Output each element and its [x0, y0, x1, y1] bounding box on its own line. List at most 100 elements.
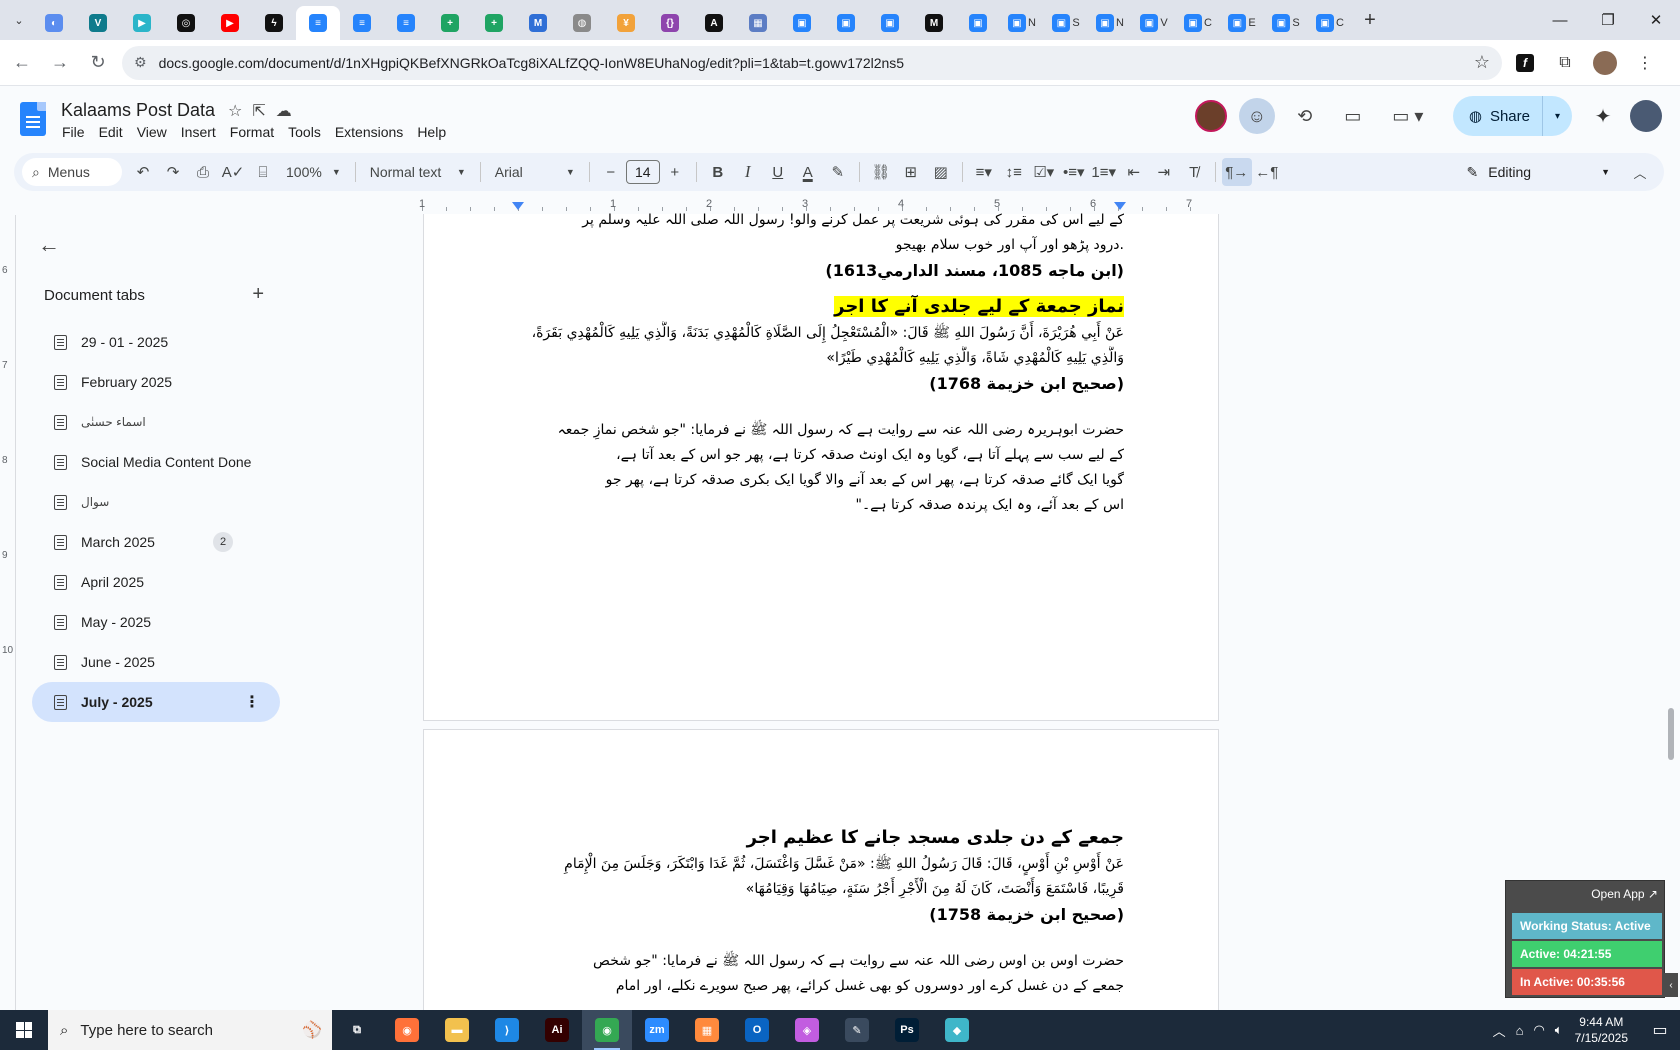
underline-icon[interactable]: U — [763, 158, 793, 186]
browser-tab[interactable]: ▣ E — [1220, 6, 1264, 40]
browser-tab[interactable]: + — [428, 6, 472, 40]
add-tab-icon[interactable]: + — [252, 283, 264, 306]
document-tab-item[interactable]: June - 2025 — [32, 642, 280, 682]
menus-search[interactable]: ⌕ Menus — [22, 158, 122, 186]
menu-extensions[interactable]: Extensions — [335, 124, 413, 140]
move-icon[interactable]: ⇱ — [252, 101, 265, 121]
system-clock[interactable]: 9:44 AM 7/15/2025 — [1575, 1014, 1628, 1046]
browser-menu-icon[interactable]: ⋮ — [1628, 46, 1662, 80]
browser-tab[interactable]: ◍ — [560, 6, 604, 40]
insert-link-icon[interactable]: ⛓ — [866, 158, 896, 186]
new-tab-button[interactable]: + — [1356, 6, 1384, 34]
increase-indent-icon[interactable]: ⇥ — [1149, 158, 1179, 186]
zoom-select[interactable]: 100% ▼ — [278, 164, 349, 180]
spellcheck-icon[interactable]: A✓ — [218, 158, 248, 186]
menu-view[interactable]: View — [137, 124, 177, 140]
meet-participants-icon[interactable]: ☺ — [1238, 98, 1275, 134]
extension-f-icon[interactable]: f — [1508, 46, 1542, 80]
document-tab-item[interactable]: April 2025 — [32, 562, 280, 602]
outlook-icon[interactable]: O — [732, 1010, 782, 1050]
collaborator-avatar[interactable] — [1194, 100, 1227, 132]
browser-tab[interactable]: ≡ — [296, 6, 340, 40]
browser-tab[interactable]: ▣ — [780, 6, 824, 40]
task-view-icon[interactable]: ⧉ — [332, 1010, 382, 1050]
vscode-icon[interactable]: ⟩ — [482, 1010, 532, 1050]
share-dropdown-icon[interactable]: ▾ — [1543, 111, 1572, 122]
increase-font-size-icon[interactable]: + — [660, 158, 690, 186]
gem-app-icon[interactable]: ◆ — [932, 1010, 982, 1050]
collapse-toolbar-icon[interactable]: ︿ — [1624, 163, 1656, 182]
browser-tab[interactable]: ≡ — [340, 6, 384, 40]
browser-tab[interactable]: ¥ — [604, 6, 648, 40]
paint-format-icon[interactable]: ⌸ — [248, 158, 278, 186]
browser-tab[interactable]: ≡ — [384, 6, 428, 40]
document-tab-item[interactable]: July - 2025 ⋮ — [32, 682, 280, 722]
browser-tab[interactable]: + — [472, 6, 516, 40]
browser-tab[interactable]: M — [912, 6, 956, 40]
app-grid-icon[interactable]: ▦ — [682, 1010, 732, 1050]
browser-tab[interactable]: ▣ — [956, 6, 1000, 40]
highlight-color-icon[interactable]: ✎ — [823, 158, 853, 186]
right-to-left-icon[interactable]: ←¶ — [1252, 158, 1282, 186]
clear-formatting-icon[interactable]: T̸ — [1179, 158, 1209, 186]
restore-icon[interactable]: ❐ — [1584, 0, 1632, 40]
font-select[interactable]: Arial ▼ — [487, 164, 583, 180]
site-settings-icon[interactable]: ⚙ — [134, 54, 147, 71]
illustrator-icon[interactable]: Ai — [532, 1010, 582, 1050]
left-to-right-icon[interactable]: ¶→ — [1221, 158, 1252, 186]
taskbar-search[interactable]: ⌕ Type here to search ⚾ — [48, 1010, 332, 1050]
meet-video-icon[interactable]: ▭ ▾ — [1383, 98, 1433, 134]
document-tab-item[interactable]: March 2025 2 — [32, 522, 280, 562]
pen-icon[interactable]: ✎ — [832, 1010, 882, 1050]
menu-help[interactable]: Help — [417, 124, 456, 140]
document-page[interactable]: کے لیے اس کی مقرر کی ہوئی شریعت پر عمل ک… — [423, 212, 1219, 721]
menu-file[interactable]: File — [62, 124, 95, 140]
collapse-widget-icon[interactable]: ‹ — [1664, 973, 1678, 997]
browser-tab[interactable]: ▣ C — [1176, 6, 1220, 40]
insert-image-icon[interactable]: ▨ — [926, 158, 956, 186]
minimize-icon[interactable]: — — [1536, 0, 1584, 40]
document-tab-item[interactable]: February 2025 — [32, 362, 280, 402]
tab-search-chevron-icon[interactable]: ⌄ — [6, 7, 32, 33]
document-tab-item[interactable]: Social Media Content Done — [32, 442, 280, 482]
checklist-icon[interactable]: ☑▾ — [1029, 158, 1059, 186]
browser-tab[interactable]: ▣ S — [1264, 6, 1308, 40]
reload-icon[interactable]: ↻ — [82, 47, 114, 79]
scrollbar-thumb[interactable] — [1668, 708, 1674, 760]
text-color-icon[interactable]: A — [793, 158, 823, 186]
browser-tab[interactable]: ▶ — [208, 6, 252, 40]
style-select[interactable]: Normal text ▼ — [362, 164, 474, 180]
tab-options-icon[interactable]: ⋮ — [244, 692, 260, 712]
add-comment-icon[interactable]: ⊞ — [896, 158, 926, 186]
back-icon[interactable]: ← — [6, 47, 38, 79]
browser-tab[interactable]: M — [516, 6, 560, 40]
menu-tools[interactable]: Tools — [288, 124, 331, 140]
font-size-input[interactable]: 14 — [625, 160, 660, 184]
gemini-sparkle-icon[interactable]: ✦ — [1588, 104, 1618, 129]
document-tab-item[interactable]: سوال — [32, 482, 280, 522]
menu-insert[interactable]: Insert — [181, 124, 226, 140]
comments-icon[interactable]: ▭ — [1335, 98, 1371, 134]
cloud-status-icon[interactable]: ☁ — [276, 101, 292, 121]
user-avatar[interactable] — [1630, 100, 1662, 132]
chevron-up-icon[interactable]: ︿ — [1493, 1021, 1506, 1040]
docs-logo-icon[interactable] — [20, 102, 46, 136]
wifi-icon[interactable]: ◠ — [1533, 1022, 1544, 1038]
print-icon[interactable]: ⎙ — [188, 158, 218, 186]
browser-tab[interactable]: ▶ — [120, 6, 164, 40]
browser-tab[interactable]: ▣ — [824, 6, 868, 40]
browser-tab[interactable]: A — [692, 6, 736, 40]
photos-icon[interactable]: ◈ — [782, 1010, 832, 1050]
file-explorer-icon[interactable]: ▬ — [432, 1010, 482, 1050]
share-button[interactable]: ◍ Share ▾ — [1452, 96, 1572, 136]
version-history-icon[interactable]: ⟲ — [1287, 98, 1323, 134]
close-tabs-panel-arrow-icon[interactable]: ← — [38, 232, 60, 258]
document-title[interactable]: Kalaams Post Data — [61, 100, 215, 121]
close-icon[interactable]: ✕ — [1632, 0, 1680, 40]
network-icon[interactable]: ⌂ — [1516, 1023, 1524, 1038]
document-page[interactable]: جمعے کے دن جلدی مسجد جانے کا عظیم اجر عَ… — [423, 729, 1219, 1029]
undo-icon[interactable]: ↶ — [128, 158, 158, 186]
photoshop-icon[interactable]: Ps — [882, 1010, 932, 1050]
open-app-link[interactable]: Open App ↗ — [1591, 887, 1658, 901]
browser-tab[interactable]: ◎ — [164, 6, 208, 40]
